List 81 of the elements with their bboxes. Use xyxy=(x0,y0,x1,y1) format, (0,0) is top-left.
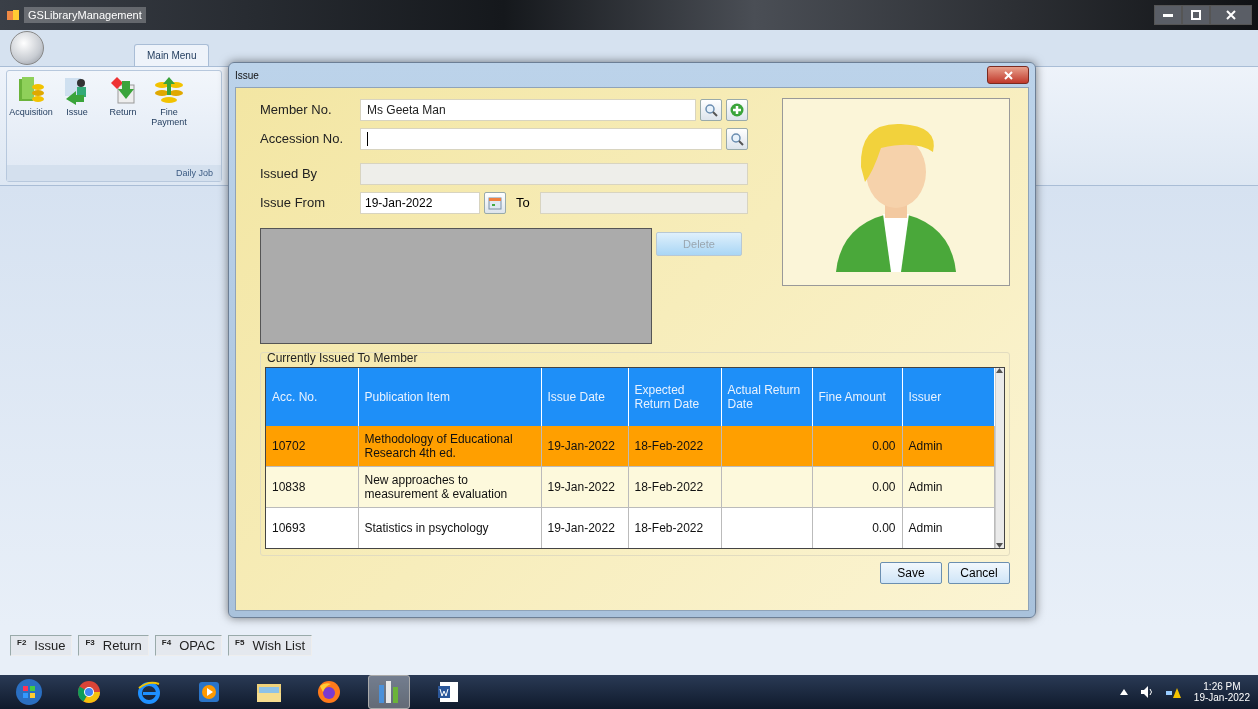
table-cell: 0.00 xyxy=(812,507,902,548)
search-button[interactable] xyxy=(700,98,722,121)
calendar-button[interactable] xyxy=(484,191,506,214)
close-icon xyxy=(1003,70,1013,80)
table-cell: 19-Jan-2022 xyxy=(541,507,628,548)
table-cell: Admin xyxy=(902,507,994,548)
input-field[interactable]: Ms Geeta Man xyxy=(360,98,696,121)
dialog-title: Issue xyxy=(235,69,259,81)
browser-icon[interactable] xyxy=(137,680,161,704)
browser-icon[interactable] xyxy=(77,680,101,704)
ribbon-button[interactable]: Acquisition xyxy=(11,75,51,161)
minimize-button[interactable] xyxy=(1154,5,1182,25)
window-title: GSLibraryManagement xyxy=(24,7,146,23)
function-key-tab[interactable]: F2 Issue xyxy=(10,634,73,656)
table-row[interactable]: 10702 Methodology of Educational Research 4th ed. 19-Jan-2022 18-Feb-2022 0.00 Admin xyxy=(266,426,994,467)
field-label: Accession No. xyxy=(260,131,345,146)
search-icon xyxy=(730,131,744,146)
dialog-button[interactable]: Save xyxy=(880,562,942,584)
ribbon-tab[interactable]: Main Menu xyxy=(134,44,210,66)
function-key-tab[interactable]: F4 OPAC xyxy=(154,634,223,656)
date-field[interactable]: 19-Jan-2022 xyxy=(360,191,480,214)
table-cell: 10838 xyxy=(266,466,358,508)
input-field[interactable] xyxy=(360,127,722,150)
ribbon-button[interactable]: Fine Payment xyxy=(149,75,189,161)
table-cell: 0.00 xyxy=(812,426,902,467)
table-cell: Methodology of Educational Research 4th ed. xyxy=(358,426,541,467)
field-label: Member No. xyxy=(260,102,333,117)
media-player-icon[interactable] xyxy=(198,681,220,703)
table-cell: 10693 xyxy=(266,507,358,548)
speaker-icon[interactable] xyxy=(1139,685,1154,699)
input-field[interactable] xyxy=(360,162,748,185)
books-icon xyxy=(16,75,46,105)
table-cell: Admin xyxy=(902,466,994,508)
input-field[interactable] xyxy=(539,191,748,214)
document-icon[interactable] xyxy=(437,680,461,704)
field-label: Issue From xyxy=(260,195,326,210)
table-cell: 18-Feb-2022 xyxy=(628,466,721,508)
close-button[interactable] xyxy=(987,66,1029,84)
plus-icon xyxy=(730,102,744,117)
table-row[interactable]: 10693 Statistics in psychology 19-Jan-2022 18-Feb-2022 0.00 Admin xyxy=(266,507,994,548)
restore-button[interactable] xyxy=(1182,5,1210,25)
ribbon-button[interactable]: Issue xyxy=(57,75,97,161)
search-icon xyxy=(704,102,718,117)
scroll-up-icon[interactable] xyxy=(996,368,1004,373)
function-key-tab[interactable]: F5 Wish List xyxy=(228,634,313,656)
group-title: Currently Issued To Member xyxy=(266,351,419,365)
close-button[interactable] xyxy=(1210,5,1252,25)
add-button[interactable] xyxy=(726,98,748,121)
field-label: To xyxy=(515,195,531,210)
text-cursor xyxy=(367,131,368,146)
restore-icon xyxy=(1191,10,1201,20)
table-cell: New approaches to measurement & evaluation xyxy=(358,466,541,508)
calendar-icon xyxy=(488,195,502,210)
ribbon-button[interactable]: Return xyxy=(103,75,143,161)
application-button[interactable] xyxy=(10,31,44,65)
scrollbar[interactable] xyxy=(994,368,1004,548)
table-cell: Admin xyxy=(902,426,994,467)
minimize-icon xyxy=(1163,13,1173,17)
coins-arrow-icon xyxy=(154,75,184,105)
scroll-down-icon[interactable] xyxy=(996,543,1004,548)
table-cell: 19-Jan-2022 xyxy=(541,466,628,508)
table-cell: 18-Feb-2022 xyxy=(628,507,721,548)
app-icon xyxy=(6,8,20,22)
start-icon[interactable] xyxy=(15,678,43,706)
app-icon[interactable] xyxy=(377,679,401,705)
function-key-tab[interactable]: F3 Return xyxy=(78,634,149,656)
browser-icon[interactable] xyxy=(317,680,341,704)
table-cell: 18-Feb-2022 xyxy=(628,426,721,467)
search-button[interactable] xyxy=(726,127,748,150)
group-label: Daily Job xyxy=(7,165,221,181)
folder-icon[interactable] xyxy=(256,681,282,703)
field-label: Issued By xyxy=(260,166,319,181)
table-cell: 0.00 xyxy=(812,466,902,508)
caret-icon[interactable] xyxy=(1119,689,1128,695)
dialog-button[interactable]: Cancel xyxy=(948,562,1010,584)
table-cell: 10702 xyxy=(266,426,358,467)
table-cell: 19-Jan-2022 xyxy=(541,426,628,467)
table-cell: Statistics in psychology xyxy=(358,507,541,548)
clock[interactable]: 1:26 PM 19-Jan-2022 xyxy=(1193,681,1250,703)
close-icon xyxy=(1226,10,1236,20)
table-row[interactable]: 10838 New approaches to measurement & evaluation 19-Jan-2022 18-Feb-2022 0.00 Admin xyxy=(266,466,994,508)
